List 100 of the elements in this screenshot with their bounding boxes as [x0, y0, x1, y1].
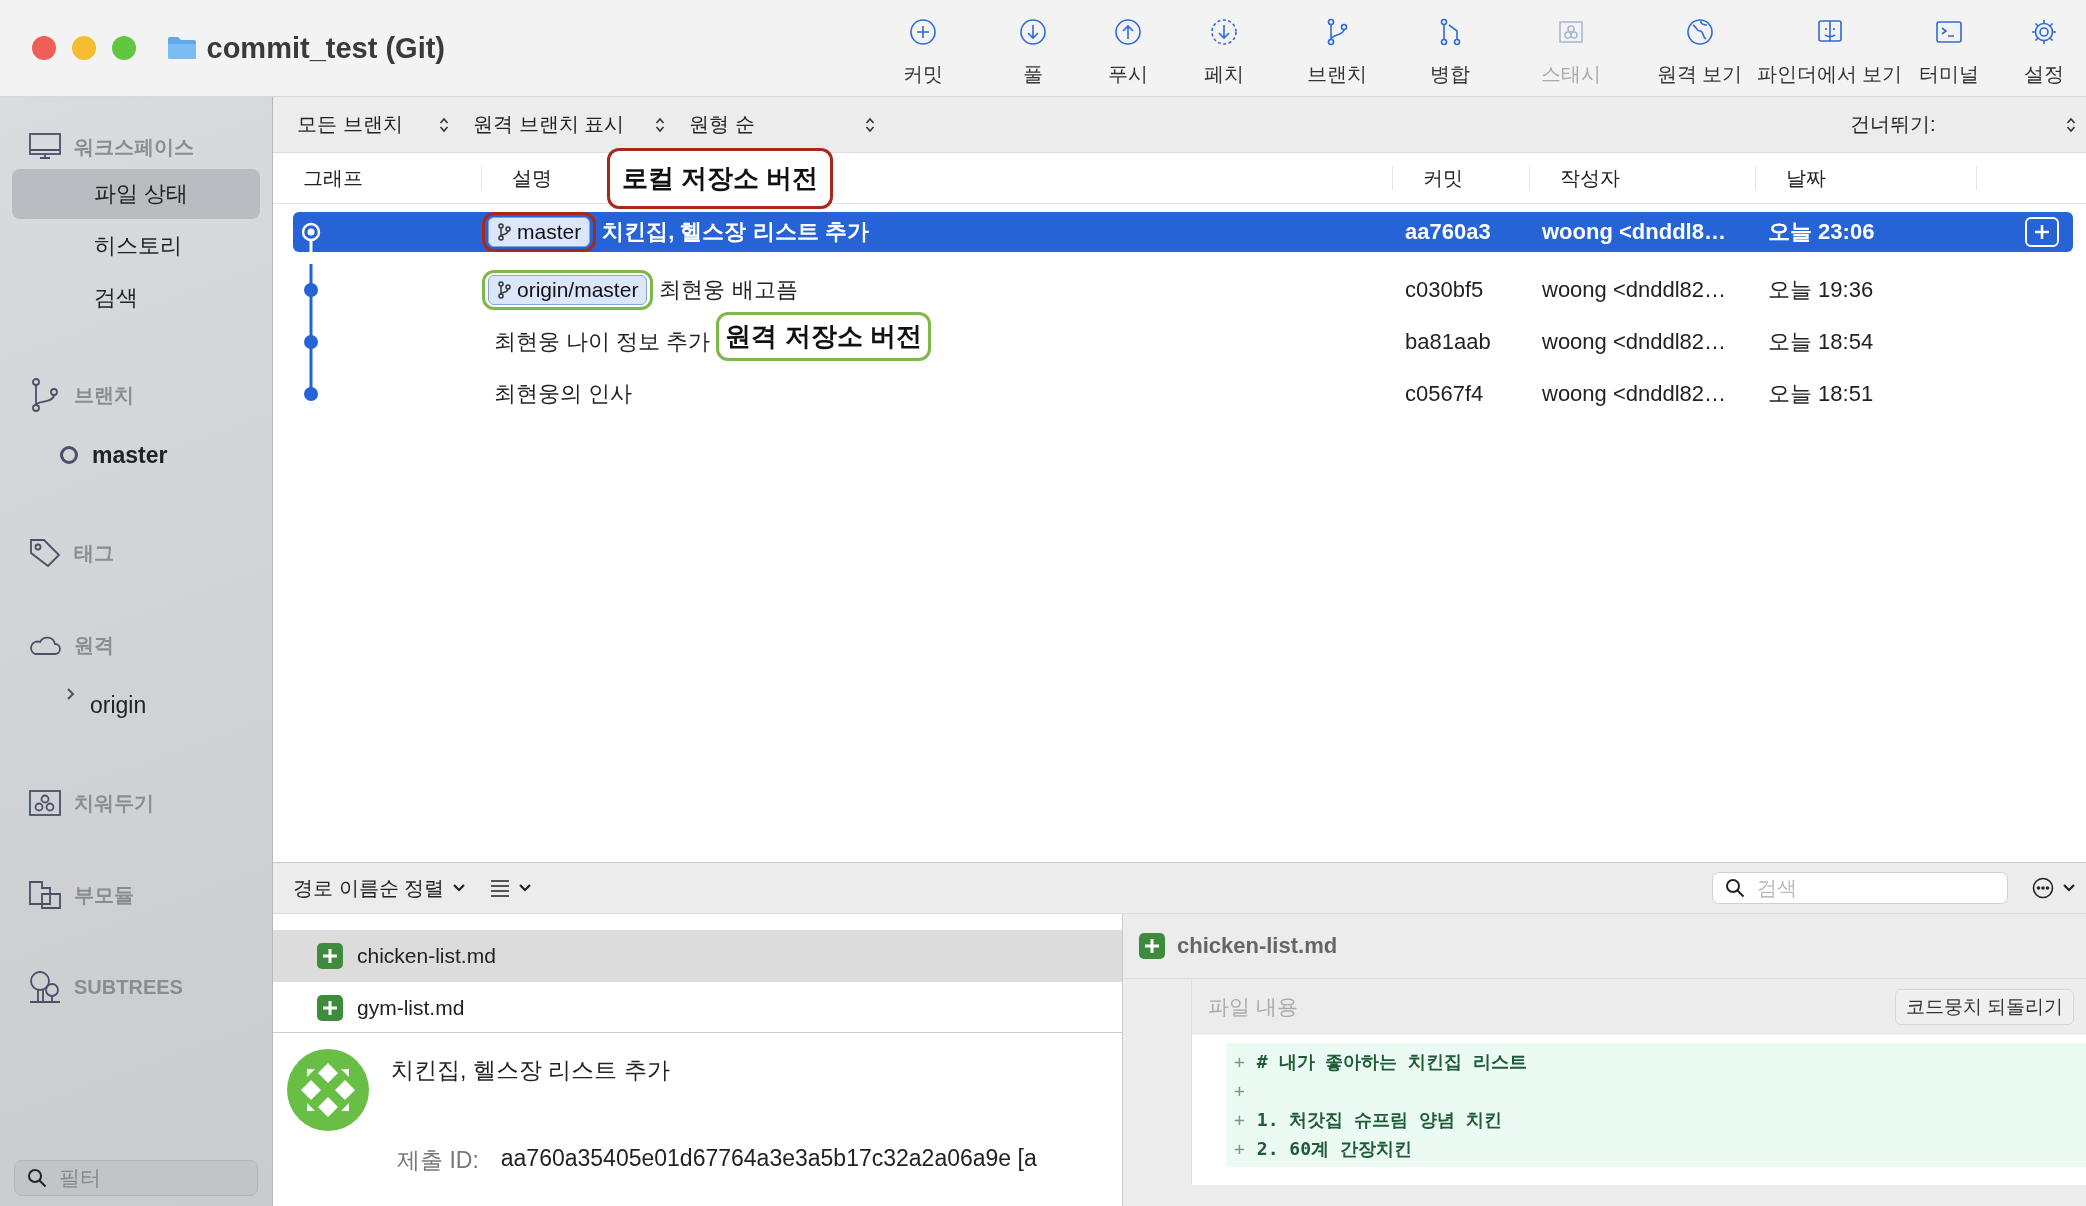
toolbar-button[interactable]: 병합 [1429, 16, 1470, 88]
commit-hash: c030bf5 [1404, 277, 1485, 303]
commit-message: 최현웅 나이 정보 추가 [493, 328, 711, 356]
commit-message: 치킨집, 헬스장 리스트 추가 [391, 1056, 671, 1085]
folders-icon [28, 878, 62, 912]
column-header[interactable]: 작성자 [1560, 166, 1620, 190]
sidebar-heading: 원격 [74, 632, 114, 658]
toolbar-button[interactable]: 원격 보기 [1656, 16, 1743, 88]
toolbar-button[interactable]: 설정 [2024, 16, 2064, 88]
up-down-chevron-icon [2066, 116, 2076, 133]
sort-select[interactable]: 경로 이름순 정렬 [293, 874, 467, 902]
diff-prefix: + [1234, 1080, 1245, 1101]
toolbar-button[interactable]: 브랜치 [1306, 16, 1367, 88]
sidebar-heading: 브랜치 [74, 382, 134, 408]
date-cell-text: 오늘 19:36 [1767, 276, 1875, 304]
commit-message: 최현웅의 인사 [493, 380, 633, 408]
search-icon [1725, 878, 1745, 898]
sidebar-heading: 부모듈 [74, 882, 134, 908]
hunk-header: 파일 내용 [1208, 994, 1298, 1020]
commit-hash: ba81aab [1404, 329, 1492, 355]
order-select[interactable]: 원형 순 [679, 111, 889, 138]
jump-select[interactable]: 건너뛰기: [1826, 111, 2086, 138]
toolbar-button[interactable]: 파인더에서 보기 [1756, 16, 1903, 88]
diff-prefix: + [1234, 1051, 1245, 1072]
commit-id: aa760a35405e01d67764a3e3a5b17c32a2a06a9e [a [500, 1145, 1037, 1173]
added-file-icon [317, 943, 343, 969]
commit-hash: c0567f4 [1404, 381, 1485, 407]
sidebar-item[interactable]: 파일 상태 [12, 169, 260, 219]
up-down-chevron-icon [439, 116, 449, 133]
commit-hash: aa760a3 [1404, 219, 1492, 245]
close-button[interactable] [32, 36, 56, 60]
file-item[interactable]: gym-list.md [273, 982, 1122, 1032]
diff-file-name: chicken-list.md [1177, 933, 1338, 959]
sidebar-item[interactable]: 히스토리 [12, 221, 260, 271]
commit-row[interactable]: master 치킨집, 헬스장 리스트 추가 aa760a3 woong <dnddl8… 오늘 23:06 [293, 212, 2073, 252]
sidebar-heading: 워크스페이스 [74, 134, 194, 160]
up-down-chevron-icon [655, 116, 665, 133]
added-file-icon [317, 995, 343, 1021]
toolbar-button[interactable]: 푸시 [1108, 16, 1148, 88]
chevron-down-icon [2062, 883, 2076, 893]
diff-prefix: + [1234, 1138, 1245, 1159]
avatar-identicon [287, 1049, 369, 1131]
file-item[interactable]: chicken-list.md [273, 930, 1122, 982]
list-icon [490, 879, 511, 897]
branch-tag[interactable]: origin/master [488, 275, 648, 305]
toolbar-button[interactable]: 커밋 [903, 16, 943, 88]
search-icon [27, 1168, 47, 1188]
tag-icon [28, 536, 62, 570]
author-cell-text: woong <dnddl8… [1541, 219, 1727, 245]
diff-prefix: + [1234, 1109, 1245, 1130]
commit-icon [908, 16, 938, 47]
folder-icon [166, 36, 197, 60]
author-cell-text: woong <dnddl82… [1541, 277, 1728, 303]
author-cell-text: woong <dnddl82… [1541, 329, 1728, 355]
branch-filter-select[interactable]: 모든 브랜치 [273, 111, 463, 138]
remote-branch-select[interactable]: 원격 브랜치 표시 [463, 111, 679, 138]
column-header[interactable]: 커밋 [1423, 166, 1463, 190]
commit-message: 치킨집, 헬스장 리스트 추가 [602, 218, 869, 246]
plus-icon [2033, 223, 2051, 241]
chevron-down-icon [452, 883, 467, 893]
sidebar-heading: SUBTREES [74, 975, 183, 999]
toolbar-button[interactable]: 페치 [1204, 16, 1244, 88]
push-icon [1113, 16, 1143, 47]
branch-icon [497, 281, 511, 299]
sidebar-item[interactable]: 검색 [12, 273, 260, 323]
revert-hunk-button[interactable]: 코드뭉치 되돌리기 [1894, 989, 2074, 1025]
trees-icon [28, 970, 62, 1004]
column-header[interactable]: 날짜 [1786, 166, 1826, 190]
column-header[interactable]: 설명 [512, 166, 552, 190]
branch-tag[interactable]: master [488, 217, 591, 247]
sidebar-heading: 치워두기 [74, 790, 154, 816]
branch-item[interactable]: master [92, 441, 168, 469]
chevron-right-icon[interactable] [66, 687, 76, 701]
window-title: commit_test (Git) [206, 31, 445, 65]
annotation-callout: 원격 저장소 버전 [716, 311, 931, 361]
up-down-chevron-icon [865, 116, 875, 133]
commit-graph-dot [301, 264, 321, 316]
remote-item[interactable]: origin [90, 691, 147, 719]
column-header[interactable]: 그래프 [303, 166, 363, 190]
view-mode-select[interactable] [490, 879, 533, 897]
pull-icon [1018, 16, 1048, 47]
date-cell-text: 오늘 18:51 [1767, 380, 1875, 408]
chevron-down-icon [518, 883, 533, 893]
branch-icon [497, 223, 511, 241]
annotation-callout: 로컬 저장소 버전 [607, 148, 834, 209]
fetch-icon [1209, 16, 1239, 47]
date-cell-text: 오늘 23:06 [1767, 218, 1876, 246]
date-cell-text: 오늘 18:54 [1767, 328, 1875, 356]
code-line: 2. 60계 간장치킨 [1256, 1136, 1412, 1161]
commit-row[interactable]: 최현웅의 인사 c0567f4 woong <dnddl82… 오늘 18:51 [293, 368, 2073, 420]
toolbar-button[interactable]: 터미널 [1919, 16, 1979, 88]
code-line: # 내가 좋아하는 치킨집 리스트 [1256, 1049, 1528, 1074]
ellipsis-circle-icon [2032, 877, 2054, 899]
add-button[interactable] [2025, 217, 2059, 247]
code-line: 1. 처갓집 슈프림 양념 치킨 [1256, 1107, 1502, 1132]
added-file-icon [1139, 933, 1165, 959]
toolbar-button[interactable]: 풀 [1018, 16, 1048, 88]
commit-id-label: 제출 ID: [397, 1146, 479, 1175]
more-options-button[interactable] [2032, 877, 2076, 899]
author-cell-text: woong <dnddl82… [1541, 381, 1728, 407]
